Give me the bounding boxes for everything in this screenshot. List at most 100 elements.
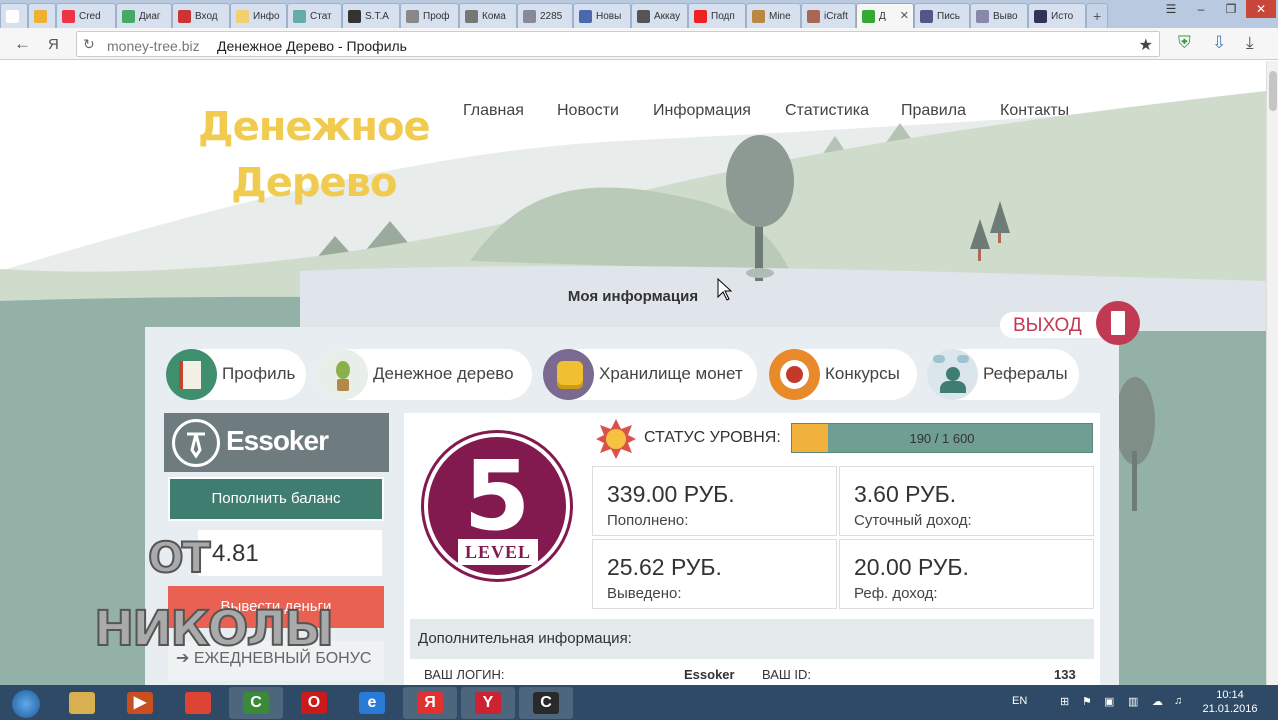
browser-tab[interactable]: Инфо [230,3,287,28]
category-profile[interactable]: Профиль [166,349,306,400]
browser-tab[interactable] [0,3,28,28]
reload-icon[interactable]: ↻ [83,36,95,53]
taskbar-app-media[interactable]: ▶ [113,687,167,719]
browser-tab[interactable]: Вход [172,3,230,28]
browser-tab[interactable]: Выво [970,3,1028,28]
level-progress-bar: 190 / 1 600 [791,423,1093,453]
stat-value: 20.00 РУБ. [854,554,969,580]
browser-tab[interactable]: Cred [56,3,116,28]
tab-label: Проф [423,11,450,22]
browser-tab[interactable]: 2285 [517,3,573,28]
new-tab-button[interactable]: + [1086,3,1108,28]
taskbar-app-app-c2[interactable]: C [519,687,573,719]
nav-home[interactable]: Главная [463,102,524,120]
taskbar-app-yandex-browser[interactable]: Y [461,687,515,719]
tray-cloud-icon[interactable]: ☁ [1152,695,1163,708]
back-arrow-icon[interactable]: ← [14,34,31,54]
tab-label: iCraft [824,11,848,22]
logout-door-icon[interactable] [1096,301,1140,345]
yandex-logo-icon[interactable]: Я [48,36,59,53]
money-plant-icon [317,349,368,400]
system-clock[interactable]: 10:14 21.01.2016 [1200,688,1260,716]
user-header: Essoker [164,413,389,472]
id-value: 133 [1054,667,1076,682]
stat-label: Суточный доход: [854,512,972,529]
tree-icon [236,10,249,23]
start-button[interactable] [6,687,46,719]
logout-button[interactable]: ВЫХОД [1000,312,1110,338]
browser-tab[interactable]: Аккау [631,3,688,28]
browser-tab[interactable] [28,3,56,28]
browser-tab[interactable]: Д ✕ [856,3,914,28]
category-coin-storage[interactable]: Хранилище монет [543,349,757,400]
nav-contacts[interactable]: Контакты [1000,102,1069,120]
nav-statistics[interactable]: Статистика [785,102,869,120]
close-window-icon[interactable]: ✕ [1246,0,1276,18]
stat-daily-income: 3.60 РУБ. Суточный доход: [839,466,1094,536]
coin-stack-icon [543,349,594,400]
gmail-icon [178,10,191,23]
browser-tab[interactable]: Новы [573,3,631,28]
tray-volume-icon[interactable]: ♫ [1174,695,1182,707]
tray-network-icon[interactable]: ▥ [1128,695,1138,708]
category-label: Конкурсы [825,364,900,383]
balance-value: 4.81 [212,540,259,567]
taskbar-app-app-c1[interactable]: C [229,687,283,719]
category-money-tree[interactable]: Денежное дерево [317,349,532,400]
url-field[interactable]: ↻ money-tree.biz Денежное Дерево - Профи… [76,31,1160,57]
close-tab-icon[interactable]: ✕ [900,9,909,22]
pb-icon [1034,10,1047,23]
browser-tab[interactable]: Исто [1028,3,1086,28]
browser-tab[interactable]: iCraft [801,3,856,28]
browser-tab[interactable]: Проф [400,3,459,28]
tray-flag-icon[interactable]: ⚑ [1082,695,1092,708]
nav-news[interactable]: Новости [557,102,619,120]
tray-device-icon[interactable]: ▣ [1104,695,1114,708]
scrollbar-thumb[interactable] [1269,71,1277,111]
stat-value: 339.00 РУБ. [607,481,735,507]
mail-icon [920,10,933,23]
browser-tab[interactable]: Диаг [116,3,172,28]
download-icon[interactable]: ⤓ [1246,33,1254,53]
browser-tab[interactable]: S.T.A [342,3,400,28]
nav-info[interactable]: Информация [653,102,751,120]
browser-tab[interactable]: Пись [914,3,970,28]
browser-tab[interactable]: Mine [746,3,801,28]
window-icon [523,10,536,23]
category-referrals[interactable]: Рефералы [927,349,1079,400]
taskbar-app-yandex[interactable]: Я [403,687,457,719]
protect-shield-icon[interactable]: ⛨ [1178,33,1191,53]
login-value: Essoker [684,667,735,682]
logo-line-1: Денежное [198,104,431,150]
menu-icon[interactable]: ☰ [1156,0,1186,18]
topup-balance-button[interactable]: Пополнить баланс [168,477,384,521]
taskbar-app-opera[interactable]: O [287,687,341,719]
minimize-icon[interactable]: – [1186,0,1216,18]
maximize-icon[interactable]: ❐ [1216,0,1246,18]
stat-value: 25.62 РУБ. [607,554,722,580]
browser-tab[interactable]: Стат [287,3,342,28]
taskbar-app-ie[interactable]: e [345,687,399,719]
browser-tab[interactable]: Подп [688,3,746,28]
tab-label: Исто [1051,11,1074,22]
tab-label: Подп [711,11,735,22]
page-scrollbar[interactable] [1266,61,1278,685]
address-bar: ← Я ↻ money-tree.biz Денежное Дерево - П… [0,28,1278,60]
profile-icon[interactable]: ⇩ [1212,33,1226,53]
taskbar-app-explorer[interactable] [55,687,109,719]
tab-label: Кома [482,11,506,22]
language-indicator[interactable]: EN [1012,695,1027,707]
taskbar-app-chrome[interactable] [171,687,225,719]
bird-icon [406,10,419,23]
tray-windows-icon[interactable]: ⊞ [1060,695,1069,708]
level-number: 5 [463,440,531,552]
nav-rules[interactable]: Правила [901,102,966,120]
category-contests[interactable]: Конкурсы [769,349,917,400]
tab-label: Инфо [253,11,280,22]
site-logo[interactable]: Денежное Дерево [198,99,431,211]
tab-label: Д [879,11,886,22]
craft-icon [807,10,820,23]
bookmark-star-icon[interactable]: ★ [1139,35,1153,55]
browser-tab[interactable]: Кома [459,3,517,28]
logout-label: ВЫХОД [1013,315,1082,336]
